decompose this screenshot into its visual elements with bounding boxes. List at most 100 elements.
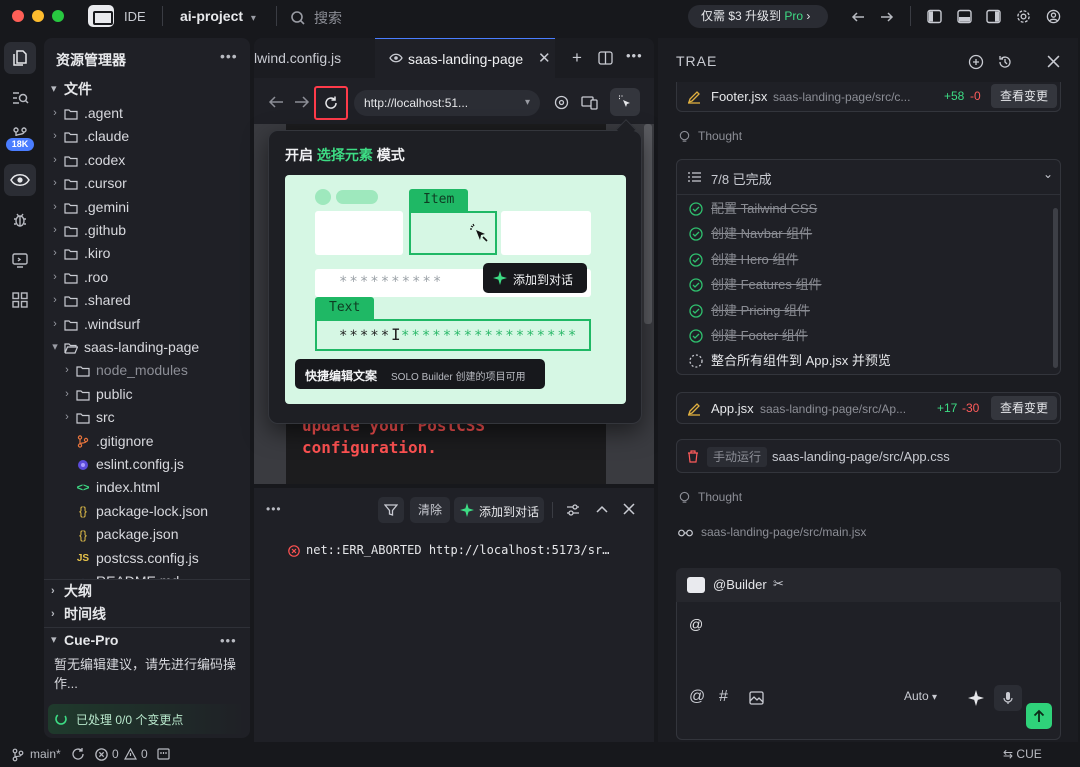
tree-folder[interactable]: › .windsurf xyxy=(44,313,250,336)
tab-saas-landing-page[interactable]: saas-landing-page ✕ xyxy=(375,38,555,78)
tree-file[interactable]: {} package-lock.json xyxy=(44,500,250,523)
compass-icon[interactable] xyxy=(554,95,569,110)
view-changes-button[interactable]: 查看变更 xyxy=(991,396,1058,420)
port-icon[interactable] xyxy=(157,748,170,760)
upgrade-button[interactable]: 仅需 $3 升级到 Pro › xyxy=(688,5,828,28)
extensions-activity[interactable] xyxy=(4,284,36,316)
gear-icon[interactable] xyxy=(1016,9,1031,24)
account-icon[interactable] xyxy=(1046,9,1061,24)
toggle-bottom-panel-icon[interactable] xyxy=(957,9,972,24)
close-icon[interactable] xyxy=(1047,55,1060,68)
tree-file[interactable]: <> index.html xyxy=(44,476,250,499)
close-icon[interactable] xyxy=(623,503,635,515)
tree-folder[interactable]: › node_modules xyxy=(44,359,250,382)
tree-folder[interactable]: › .roo xyxy=(44,266,250,289)
more-icon[interactable]: ••• xyxy=(266,502,282,516)
url-input[interactable]: http://localhost:51... ▾ xyxy=(354,90,540,116)
add-to-chat-button[interactable]: 添加到对话 xyxy=(454,497,544,523)
tree-folder[interactable]: › public xyxy=(44,383,250,406)
cue-pro-header[interactable]: ▾ Cue-Pro ••• xyxy=(44,629,250,652)
cue-status-item[interactable]: ⇆ CUE xyxy=(1003,747,1042,761)
branch-name[interactable]: main* xyxy=(30,747,61,761)
agent-name[interactable]: @Builder xyxy=(713,577,767,592)
warning-icon[interactable] xyxy=(124,748,137,760)
sparkle-icon[interactable] xyxy=(968,690,984,706)
files-icon xyxy=(13,50,27,66)
text-tag: Text xyxy=(315,297,375,319)
back-arrow-icon[interactable] xyxy=(268,95,284,109)
close-icon[interactable]: ✕ xyxy=(538,39,551,79)
tree-file[interactable]: .gitignore xyxy=(44,430,250,453)
forward-arrow-icon[interactable] xyxy=(879,9,895,25)
global-search[interactable]: 搜索 xyxy=(290,8,342,28)
thought-label[interactable]: Thought xyxy=(698,490,742,504)
tools-icon[interactable]: ✂ xyxy=(773,576,784,592)
send-button[interactable] xyxy=(1026,703,1052,729)
new-chat-icon[interactable] xyxy=(968,54,984,70)
search-activity[interactable] xyxy=(4,82,36,114)
collapse-icon[interactable]: ⌄ xyxy=(1043,167,1053,181)
tree-folder[interactable]: › .claude xyxy=(44,125,250,148)
tree-file[interactable]: {} package.json xyxy=(44,523,250,546)
tree-item-label: .kiro xyxy=(84,245,111,262)
toggle-left-panel-icon[interactable] xyxy=(927,9,942,24)
chevron-up-icon[interactable] xyxy=(595,504,609,514)
settings-sliders-icon[interactable] xyxy=(566,503,580,517)
mention-icon[interactable]: @ xyxy=(689,688,705,706)
tree-file[interactable]: JS postcss.config.js xyxy=(44,547,250,570)
close-window-button[interactable] xyxy=(12,10,24,22)
files-section-header[interactable]: ▾ 文件 xyxy=(44,78,250,101)
device-toggle-icon[interactable] xyxy=(581,95,598,110)
clear-button[interactable]: 清除 xyxy=(410,497,450,523)
read-file-path[interactable]: saas-landing-page/src/main.jsx xyxy=(701,525,866,539)
zoom-window-button[interactable] xyxy=(52,10,64,22)
tree-folder[interactable]: › .gemini xyxy=(44,196,250,219)
outline-section-header[interactable]: › 大纲 xyxy=(44,580,250,603)
history-icon[interactable] xyxy=(997,54,1013,70)
voice-button[interactable] xyxy=(994,685,1022,711)
tree-folder[interactable]: › .github xyxy=(44,219,250,242)
tree-file[interactable]: ↓README.md xyxy=(44,570,250,579)
model-selector[interactable]: Auto ▾ xyxy=(904,689,937,703)
hashtag-icon[interactable]: # xyxy=(719,688,728,706)
project-selector[interactable]: ai-project ▾ xyxy=(180,8,256,24)
sync-icon[interactable] xyxy=(71,747,85,761)
forward-arrow-icon[interactable] xyxy=(294,95,310,109)
refresh-icon[interactable] xyxy=(323,95,339,111)
remote-activity[interactable] xyxy=(4,244,36,276)
split-editor-icon[interactable] xyxy=(598,51,613,65)
error-count[interactable]: 0 xyxy=(112,747,119,761)
tree-file[interactable]: eslint.config.js xyxy=(44,453,250,476)
tree-folder[interactable]: › .cursor xyxy=(44,172,250,195)
more-icon[interactable]: ••• xyxy=(220,48,238,64)
warning-count[interactable]: 0 xyxy=(141,747,148,761)
error-icon[interactable] xyxy=(95,748,108,761)
tree-folder[interactable]: › .kiro xyxy=(44,242,250,265)
tree-folder[interactable]: ▾ saas-landing-page xyxy=(44,336,250,359)
filter-button[interactable] xyxy=(378,497,404,523)
minimize-window-button[interactable] xyxy=(32,10,44,22)
more-icon[interactable]: ••• xyxy=(220,629,237,652)
more-icon[interactable]: ••• xyxy=(626,48,643,63)
preview-activity[interactable] xyxy=(4,164,36,196)
back-arrow-icon[interactable] xyxy=(850,9,866,25)
view-changes-button[interactable]: 查看变更 xyxy=(991,84,1058,108)
tree-folder[interactable]: › src xyxy=(44,406,250,429)
new-tab-icon[interactable]: + xyxy=(572,48,582,68)
chat-input[interactable]: @ @ # Auto ▾ xyxy=(676,602,1061,740)
tree-folder[interactable]: › .codex xyxy=(44,149,250,172)
tab-tailwind-config[interactable]: lwind.config.js xyxy=(254,38,374,78)
timeline-section-header[interactable]: › 时间线 xyxy=(44,603,250,626)
tree-folder[interactable]: › .shared xyxy=(44,289,250,312)
source-control-activity[interactable]: 18K xyxy=(4,124,36,160)
toggle-right-panel-icon[interactable] xyxy=(986,9,1001,24)
thought-label[interactable]: Thought xyxy=(698,129,742,143)
explorer-activity[interactable] xyxy=(4,42,36,74)
tree-folder[interactable]: › .agent xyxy=(44,102,250,125)
scrollbar[interactable] xyxy=(644,124,652,324)
scrollbar[interactable] xyxy=(1053,208,1058,368)
debug-activity[interactable] xyxy=(4,204,36,236)
manual-run-badge[interactable]: 手动运行 xyxy=(707,447,768,467)
image-icon[interactable] xyxy=(749,691,764,705)
select-element-button[interactable] xyxy=(610,88,640,116)
